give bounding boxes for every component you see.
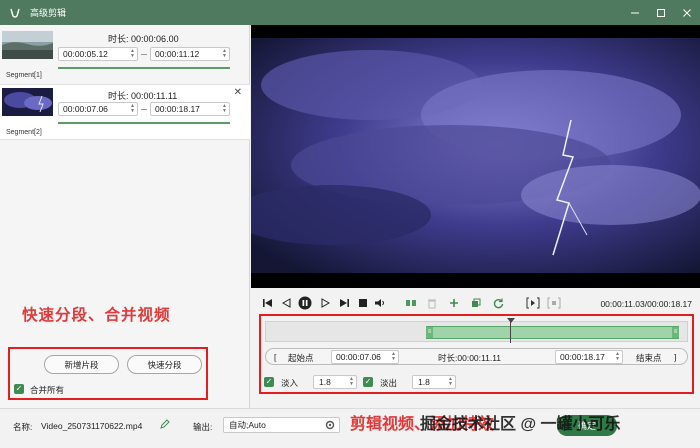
goto-start-icon[interactable] <box>261 297 273 309</box>
trim-timeline[interactable]: ≡ ≡ <box>265 318 688 343</box>
start-value: 00:00:05.12 <box>63 49 108 59</box>
add-icon[interactable] <box>448 297 460 309</box>
window-title: 高级剪辑 <box>30 8 67 18</box>
playhead[interactable] <box>507 318 515 343</box>
spinner-icon[interactable]: ▲ ▼ <box>391 352 396 362</box>
segment-duration: 00:00:06.00 <box>131 34 179 44</box>
start-bracket: [ <box>274 352 277 362</box>
fade-in-checkbox[interactable]: ✓ <box>264 377 274 387</box>
segment-thumbnail <box>2 88 53 116</box>
segment-item[interactable]: ✕ 时长: 00:00:11.11 00:00:07.06 ▲ ▼ 00:00:18… <box>0 84 250 140</box>
segment-label: Segment[2] <box>6 129 42 136</box>
player-controls: 00:00:11.03/00:00:18.17 <box>251 293 700 315</box>
segment-label: Segment[1] <box>6 72 42 79</box>
fade-out-label: 淡出 <box>380 378 398 388</box>
gear-icon[interactable] <box>325 420 335 434</box>
volume-icon[interactable] <box>374 297 386 309</box>
name-label: 名称: <box>13 422 33 432</box>
end-point-button[interactable]: 结束点 <box>636 352 662 364</box>
fade-out-value: 1.8 <box>418 377 430 387</box>
spinner-icon[interactable]: ▲ ▼ <box>349 377 354 387</box>
spinner-icon[interactable]: ▲ ▼ <box>448 377 453 387</box>
range-dash <box>141 54 147 55</box>
play-end-icon[interactable] <box>338 297 350 309</box>
trim-end-handle[interactable]: ≡ <box>672 327 679 338</box>
playhead-marker-icon[interactable] <box>507 318 515 323</box>
close-icon[interactable] <box>674 0 700 25</box>
segment-end-input[interactable]: 00:00:11.12 ▲ ▼ <box>150 47 230 61</box>
segment-thumbnail <box>2 31 53 59</box>
segment-start-input[interactable]: 00:00:07.06 ▲ ▼ <box>58 102 138 116</box>
start-point-input[interactable]: 00:00:07.06 ▲ ▼ <box>331 350 399 364</box>
fade-in-label: 淡入 <box>281 378 299 388</box>
start-value: 00:00:07.06 <box>63 104 108 114</box>
file-name: Video_250731170622.mp4 <box>41 421 143 431</box>
end-value: 00:00:11.12 <box>155 49 200 59</box>
start-point-button[interactable]: 起始点 <box>288 352 314 364</box>
feature-caption: 快速分段、合并视频 <box>22 307 171 324</box>
spinner-icon[interactable]: ▲ ▼ <box>615 352 620 362</box>
spinner-icon[interactable]: ▲ ▼ <box>130 49 135 59</box>
output-label: 输出: <box>193 422 213 432</box>
reset-icon[interactable] <box>492 297 504 309</box>
trim-duration: 00:00:11.11 <box>457 353 502 363</box>
fade-in-value: 1.8 <box>319 377 331 387</box>
watermark: 掘金技术社区 @ 一罐小可乐 <box>420 416 621 433</box>
mark-out-icon[interactable] <box>547 297 561 309</box>
trim-range-row: [ 起始点 00:00:07.06 ▲ ▼ 时长:00:00:11.11 00:00… <box>265 348 688 365</box>
duration-label: 时长: <box>108 91 129 101</box>
duration-label: 时长: <box>438 353 458 363</box>
merge-all-checkbox[interactable]: ✓ <box>14 384 24 394</box>
segment-progress-line <box>58 67 230 69</box>
trim-selection[interactable]: ≡ ≡ <box>426 326 679 339</box>
segment-progress-line <box>58 122 230 124</box>
delete-icon[interactable] <box>426 297 438 309</box>
pause-icon[interactable] <box>298 296 312 310</box>
title-bar: 高级剪辑 <box>0 0 700 25</box>
trim-start-handle[interactable]: ≡ <box>426 327 433 338</box>
maximize-icon[interactable] <box>648 0 674 25</box>
prev-frame-icon[interactable] <box>280 297 292 309</box>
next-frame-icon[interactable] <box>319 297 331 309</box>
video-frame <box>251 25 700 288</box>
segment-end-input[interactable]: 00:00:18.17 ▲ ▼ <box>150 102 230 116</box>
end-point-value: 00:00:18.17 <box>560 352 605 362</box>
minimize-icon[interactable] <box>622 0 648 25</box>
end-value: 00:00:18.17 <box>155 104 200 114</box>
end-point-input[interactable]: 00:00:18.17 ▲ ▼ <box>555 350 623 364</box>
spinner-icon[interactable]: ▲ ▼ <box>222 49 227 59</box>
fade-out-checkbox[interactable]: ✓ <box>363 377 373 387</box>
copy-icon[interactable] <box>470 297 482 309</box>
segment-duration: 00:00:11.11 <box>131 91 178 101</box>
mark-in-icon[interactable] <box>526 297 540 309</box>
spinner-icon[interactable]: ▲ ▼ <box>130 104 135 114</box>
video-preview[interactable] <box>251 25 700 288</box>
fade-out-input[interactable]: 1.8 ▲ ▼ <box>412 375 456 389</box>
merge-all-label: 合并所有 <box>30 385 65 395</box>
quick-split-button[interactable]: 快速分段 <box>127 355 202 374</box>
remove-segment-icon[interactable]: ✕ <box>234 87 242 98</box>
stop-icon[interactable] <box>357 297 369 309</box>
fade-in-input[interactable]: 1.8 ▲ ▼ <box>313 375 357 389</box>
output-select[interactable]: 自动;Auto <box>223 417 340 433</box>
segment-start-input[interactable]: 00:00:05.12 ▲ ▼ <box>58 47 138 61</box>
add-segment-button[interactable]: 新增片段 <box>44 355 119 374</box>
edit-name-icon[interactable] <box>160 419 170 431</box>
app-logo-icon <box>8 6 22 20</box>
split-icon[interactable] <box>405 297 417 309</box>
spinner-icon[interactable]: ▲ ▼ <box>222 104 227 114</box>
segment-item[interactable]: 时长: 00:00:06.00 00:00:05.12 ▲ ▼ 00:00:11.1… <box>0 28 250 84</box>
start-point-value: 00:00:07.06 <box>336 352 381 362</box>
duration-label: 时长: <box>108 34 129 44</box>
time-display: 00:00:11.03/00:00:18.17 <box>600 299 692 309</box>
output-value: 自动;Auto <box>229 420 266 430</box>
range-dash <box>141 109 147 110</box>
end-bracket: ] <box>674 352 677 362</box>
